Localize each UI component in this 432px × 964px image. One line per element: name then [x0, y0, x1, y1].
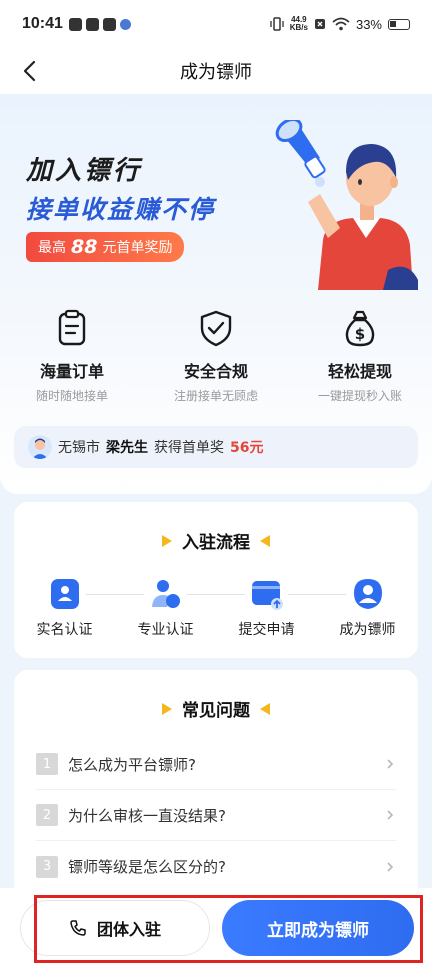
notification-icons [68, 17, 131, 31]
svg-text:$: $ [355, 325, 365, 343]
net-speed: 44.9 KB/s [290, 16, 308, 32]
faq-number: 2 [36, 804, 58, 826]
net-speed-unit: KB/s [289, 23, 308, 32]
faq-question: 为什么审核一直没结果? [68, 806, 226, 825]
assistant-icon [119, 18, 131, 30]
triangle-right-icon [162, 534, 172, 547]
triangle-left-icon [260, 702, 270, 715]
battery-percent: 33% [355, 16, 382, 32]
users-icon [151, 580, 180, 608]
feature-title: 轻松提现 [327, 362, 392, 381]
process-title-text: 入驻流程 [182, 533, 250, 553]
page-title: 成为镖师 [180, 62, 252, 83]
chevron-right-icon [387, 810, 394, 820]
user-avatar-icon [32, 438, 48, 459]
step-professional: 专业认证 [115, 577, 216, 639]
triangle-left-icon [260, 534, 270, 547]
chevron-right-icon [387, 759, 394, 769]
app-header: 成为镖师 [0, 48, 432, 94]
chevron-right-icon [387, 861, 394, 872]
reward-suffix: 元首单奖励 [102, 240, 173, 256]
faq-item[interactable]: 3 镖师等级是怎么区分的? [36, 841, 396, 892]
user-badge-icon [353, 579, 382, 609]
reward-badge: 最高 88 元首单奖励 [26, 232, 185, 262]
feature-title: 安全合规 [183, 362, 248, 381]
highlight-frame [34, 895, 423, 963]
feature-title: 海量订单 [39, 362, 104, 381]
feature-list: 海量订单 随时随地接单 安全合规 注册接单无顾虑 $ 轻松提现 一键提现秒入账 [0, 308, 432, 404]
bottom-action-bar: 团体入驻 立即成为镖师 [0, 888, 432, 964]
hero-subtitle: 接单收益赚不停 [26, 195, 216, 224]
vibrate-icon [270, 17, 284, 31]
step-label: 专业认证 [137, 622, 194, 638]
status-time: 10:41 [22, 15, 63, 32]
triangle-right-icon [162, 702, 172, 715]
money-bag-icon: $ [345, 310, 375, 347]
battery-icon [388, 18, 410, 30]
process-steps: 实名认证 专业认证 提交申请 成为镖师 [14, 577, 418, 639]
feature-orders: 海量订单 随时随地接单 [0, 308, 144, 404]
feature-desc: 注册接单无顾虑 [173, 389, 258, 403]
id-card-icon [50, 579, 79, 609]
faq-title: 常见问题 [14, 670, 418, 721]
faq-question: 怎么成为平台镖师? [68, 755, 196, 774]
winner-city: 无锡市 [58, 440, 100, 456]
hero-title: 加入镖行 [26, 156, 143, 186]
back-button[interactable] [14, 56, 44, 86]
shield-check-icon [200, 310, 232, 347]
faq-question: 镖师等级是怎么区分的? [68, 858, 226, 876]
faq-item[interactable]: 2 为什么审核一直没结果? [36, 790, 396, 841]
feature-withdraw: $ 轻松提现 一键提现秒入账 [288, 308, 432, 404]
step-submit: 提交申请 [216, 577, 317, 639]
no-sim-icon [314, 19, 325, 29]
faq-item[interactable]: 1 怎么成为平台镖师? [36, 739, 396, 790]
link-icon [102, 17, 116, 31]
avatar [28, 435, 52, 459]
step-label: 提交申请 [238, 622, 295, 638]
megaphone-mascot-illustration [275, 120, 418, 290]
step-real-name: 实名认证 [14, 577, 115, 639]
feature-desc: 随时随地接单 [35, 389, 108, 403]
tiktok-icon [68, 17, 82, 31]
faq-number: 1 [36, 753, 58, 775]
faq-title-text: 常见问题 [182, 701, 250, 721]
reward-amount: 88 [71, 236, 98, 258]
wifi-icon [332, 17, 350, 31]
step-label: 成为镖师 [339, 622, 396, 638]
winner-notice: 无锡市 梁先生 获得首单奖 56元 [14, 426, 418, 468]
upload-folder-icon [251, 581, 283, 610]
feature-compliance: 安全合规 注册接单无顾虑 [144, 308, 288, 404]
app-notification-icon [85, 17, 99, 31]
faq-number: 3 [36, 855, 58, 878]
chevron-left-icon [23, 60, 36, 82]
status-bar: 10:41 44.9 KB/s 33% [0, 0, 432, 48]
feature-desc: 一键提现秒入账 [317, 389, 402, 403]
winner-text: 获得首单奖 [154, 440, 224, 456]
hero-banner: 加入镖行 接单收益赚不停 最高 88 元首单奖励 海量订单 随时随地接单 安全合… [0, 94, 432, 494]
faq-card: 常见问题 1 怎么成为平台镖师? 2 为什么审核一直没结果? 3 镖师等级是怎么… [14, 670, 418, 900]
faq-list: 1 怎么成为平台镖师? 2 为什么审核一直没结果? 3 镖师等级是怎么区分的? [14, 739, 418, 892]
process-card: 入驻流程 实名认证 专业认证 提交申请 成为镖师 [14, 502, 418, 658]
system-status: 44.9 KB/s 33% [270, 16, 410, 32]
clipboard-icon [58, 309, 86, 346]
winner-amount: 56元 [230, 440, 264, 456]
step-label: 实名认证 [36, 622, 93, 638]
process-title: 入驻流程 [14, 502, 418, 553]
reward-prefix: 最高 [38, 240, 66, 256]
step-become: 成为镖师 [317, 577, 418, 639]
winner-name: 梁先生 [106, 440, 148, 456]
